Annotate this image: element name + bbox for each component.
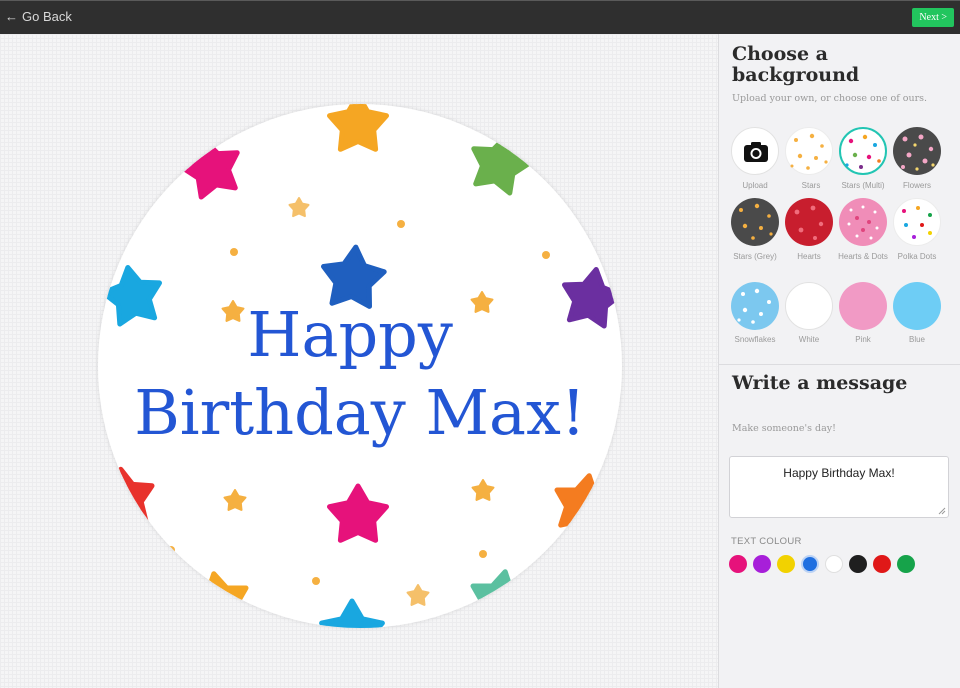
- next-button[interactable]: Next >: [912, 8, 954, 27]
- background-option-stars-grey[interactable]: [731, 198, 779, 246]
- text-colour-magenta[interactable]: [729, 555, 747, 573]
- background-option-label: Polka Dots: [897, 252, 937, 261]
- text-colour-yellow[interactable]: [777, 555, 795, 573]
- background-option-hearts[interactable]: [785, 198, 833, 246]
- editor-panel: Choose a background Upload your own, or …: [718, 34, 960, 688]
- dot-shape: [397, 220, 405, 228]
- card-message-line-2: Birthday Max!: [134, 376, 586, 449]
- card-preview: Happy Birthday Max!: [95, 101, 625, 631]
- background-option-white[interactable]: [785, 282, 833, 330]
- dot-shape: [312, 577, 320, 585]
- background-option-stars-multi[interactable]: [839, 127, 887, 175]
- message-input[interactable]: Happy Birthday Max!: [729, 456, 949, 518]
- text-colour-black[interactable]: [849, 555, 867, 573]
- text-colour-white[interactable]: [825, 555, 843, 573]
- message-input-value: Happy Birthday Max!: [783, 466, 895, 480]
- background-option-flowers[interactable]: [893, 127, 941, 175]
- arrow-left-icon: ←: [5, 9, 18, 24]
- text-colour-red[interactable]: [873, 555, 891, 573]
- background-option-snowflakes[interactable]: [731, 282, 779, 330]
- card-preview-svg: Happy Birthday Max!: [98, 104, 622, 628]
- card-message-line-1: Happy: [247, 298, 452, 371]
- go-back-label: Go Back: [22, 9, 72, 24]
- stars-grey-thumbnail: [739, 203, 773, 240]
- background-option-label: Blue: [908, 335, 925, 344]
- resize-handle-icon[interactable]: [938, 507, 946, 515]
- text-colour-blue[interactable]: [801, 555, 819, 573]
- text-colour-label: TEXT COLOUR: [731, 536, 802, 547]
- background-section-subtitle: Upload your own, or choose one of ours.: [732, 93, 928, 104]
- stars-thumbnail: [790, 133, 828, 170]
- card-preview-area: Happy Birthday Max!: [0, 34, 718, 688]
- background-option-upload[interactable]: [731, 127, 779, 175]
- dot-shape: [167, 546, 175, 554]
- hearts-dots-thumbnail: [847, 205, 879, 240]
- background-option-blue[interactable]: [893, 282, 941, 330]
- background-option-pink[interactable]: [839, 282, 887, 330]
- background-option-hearts-dots[interactable]: [839, 198, 887, 246]
- message-section-subtitle: Make someone's day!: [732, 423, 836, 434]
- section-divider: [719, 364, 960, 365]
- hearts-thumbnail: [794, 205, 824, 240]
- stars-multi-thumbnail: [845, 134, 881, 169]
- dot-shape: [230, 248, 238, 256]
- dot-shape: [479, 550, 487, 558]
- camera-icon: [744, 142, 768, 162]
- text-colour-green[interactable]: [897, 555, 915, 573]
- dot-shape: [542, 251, 550, 259]
- go-back-button[interactable]: ← Go Back: [5, 9, 72, 24]
- background-option-polka-dots[interactable]: [893, 198, 941, 246]
- snowflakes-thumbnail: [737, 288, 771, 324]
- message-section-title: Write a message: [732, 372, 908, 394]
- background-section-title: Choose a background: [732, 43, 860, 86]
- background-option-stars[interactable]: [785, 127, 833, 175]
- background-option-label: Flowers: [902, 181, 931, 190]
- text-colour-purple[interactable]: [753, 555, 771, 573]
- polka-dots-thumbnail: [902, 206, 932, 239]
- top-bar: ← Go Back Next >: [0, 0, 960, 34]
- flowers-thumbnail: [901, 134, 935, 171]
